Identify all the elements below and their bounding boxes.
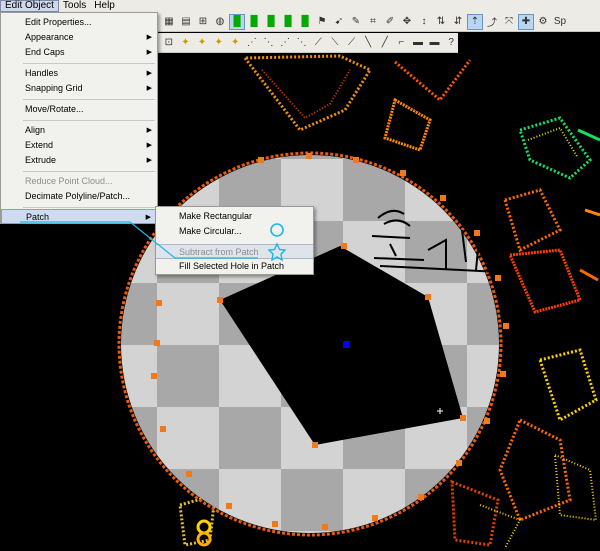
menu-item-patch[interactable]: Patch ▶ <box>1 209 157 224</box>
edge-icon[interactable]: ⌐ <box>395 36 409 50</box>
menu-separator <box>23 120 155 121</box>
view-2-icon[interactable]: █ <box>247 15 261 29</box>
center-handle <box>343 341 350 348</box>
node-4-icon[interactable]: ⋱ <box>295 36 309 50</box>
node-2-icon[interactable]: ⋱ <box>262 36 276 50</box>
view-5-icon[interactable]: █ <box>298 15 312 29</box>
yellow-pick-4-icon[interactable]: ✦ <box>228 36 242 50</box>
menu-item-snapping-grid[interactable]: Snapping Grid ▶ <box>1 81 157 96</box>
brush-icon[interactable]: ✎ <box>349 15 363 29</box>
pointer-icon[interactable]: ➹ <box>332 15 346 29</box>
truck-2-icon[interactable]: ▬ <box>428 36 442 50</box>
sp-tool-label[interactable]: Sp <box>553 15 567 29</box>
submenu-fill-selected-hole[interactable]: Fill Selected Hole in Patch <box>156 259 313 274</box>
line-2-icon[interactable]: ╱ <box>378 36 392 50</box>
menu-tools[interactable]: Tools <box>59 0 90 12</box>
menu-edit-object[interactable]: Edit Object <box>0 0 59 12</box>
measure-icon[interactable]: ⊞ <box>196 15 210 29</box>
truck-icon[interactable]: ▬ <box>411 36 425 50</box>
menu-separator <box>23 99 155 100</box>
node-3-icon[interactable]: ⋰ <box>278 36 292 50</box>
menu-help[interactable]: Help <box>90 0 119 12</box>
slice-3-icon[interactable]: ⟋ <box>345 36 359 50</box>
menu-bar: Edit Object Tools Help <box>0 0 600 12</box>
menu-item-extend[interactable]: Extend ▶ <box>1 138 157 153</box>
toolbar-second: ⊡ ✦ ✦ ✦ ✦ ⋰ ⋱ ⋰ ⋱ ⟋ ⟍ ⟋ ╲ ╱ ⌐ ▬ ▬ ? <box>158 33 458 53</box>
toolbar-top: ▦ ▤ ⊞ ◍ █ █ █ █ █ ⚑ ➹ ✎ ⌗ ✐ ✥ ↕ ⇅ ⇵ ⇡ ⤴ … <box>158 12 600 32</box>
frame-icon[interactable]: ⊡ <box>162 36 176 50</box>
grid-snap-icon[interactable]: ▤ <box>179 15 193 29</box>
chevron-right-icon: ▶ <box>146 85 152 92</box>
submenu-make-circular[interactable]: Make Circular... <box>156 224 313 239</box>
help-icon[interactable]: ? <box>444 36 458 50</box>
menu-item-edit-properties[interactable]: Edit Properties... <box>1 15 157 30</box>
menu-item-move-rotate[interactable]: Move/Rotate... <box>1 102 157 117</box>
view-1-icon[interactable]: █ <box>229 13 245 30</box>
axis-x-icon[interactable]: ↕ <box>417 15 431 29</box>
fit-icon[interactable]: ⤧ <box>502 15 516 29</box>
view-3-icon[interactable]: █ <box>264 15 278 29</box>
view-4-icon[interactable]: █ <box>281 15 295 29</box>
submenu-subtract-from-patch: Subtract from Patch <box>156 244 313 259</box>
edit-object-menu: Edit Properties... Appearance ▶ End Caps ▶… <box>0 12 158 224</box>
yellow-pick-3-icon[interactable]: ✦ <box>212 36 226 50</box>
menu-separator <box>23 207 155 208</box>
chevron-right-icon: ▶ <box>146 157 152 164</box>
yellow-pick-icon[interactable]: ✦ <box>179 36 193 50</box>
move-icon[interactable]: ✥ <box>400 15 414 29</box>
flag-icon[interactable]: ⚑ <box>315 15 329 29</box>
slice-2-icon[interactable]: ⟍ <box>328 36 342 50</box>
chevron-right-icon: ▶ <box>146 34 152 41</box>
chevron-right-icon: ▶ <box>145 214 151 221</box>
chevron-right-icon: ▶ <box>146 70 152 77</box>
chevron-right-icon: ▶ <box>146 49 152 56</box>
submenu-make-rectangular[interactable]: Make Rectangular <box>156 209 313 224</box>
pen-icon[interactable]: ✐ <box>383 15 397 29</box>
axis-z-icon[interactable]: ⇵ <box>451 15 465 29</box>
tilt-icon[interactable]: ⤴ <box>485 15 499 29</box>
axis-y-icon[interactable]: ⇅ <box>434 15 448 29</box>
menu-item-handles[interactable]: Handles ▶ <box>1 66 157 81</box>
level-icon[interactable]: ⇡ <box>467 13 483 30</box>
fence-icon[interactable]: ⌗ <box>366 15 380 29</box>
menu-item-appearance[interactable]: Appearance ▶ <box>1 30 157 45</box>
menu-item-reduce-point-cloud: Reduce Point Cloud... <box>25 176 113 186</box>
grid-tool-icon[interactable]: ▦ <box>162 15 176 29</box>
menu-item-extrude[interactable]: Extrude ▶ <box>1 153 157 168</box>
menu-item-end-caps[interactable]: End Caps ▶ <box>1 45 157 60</box>
menu-item-decimate[interactable]: Decimate Polyline/Patch... <box>1 189 157 204</box>
yellow-pick-2-icon[interactable]: ✦ <box>195 36 209 50</box>
target-icon[interactable]: ✚ <box>518 13 534 30</box>
menu-separator <box>23 63 155 64</box>
patch-submenu: Make Rectangular Make Circular... Subtra… <box>155 206 314 275</box>
sphere-icon[interactable]: ◍ <box>213 15 227 29</box>
menu-item-align[interactable]: Align ▶ <box>1 123 157 138</box>
slice-icon[interactable]: ⟋ <box>311 36 325 50</box>
chevron-right-icon: ▶ <box>146 127 152 134</box>
scan-icon[interactable]: ⚙ <box>536 15 550 29</box>
menu-separator <box>23 171 155 172</box>
node-icon[interactable]: ⋰ <box>245 36 259 50</box>
line-icon[interactable]: ╲ <box>361 36 375 50</box>
chevron-right-icon: ▶ <box>146 142 152 149</box>
